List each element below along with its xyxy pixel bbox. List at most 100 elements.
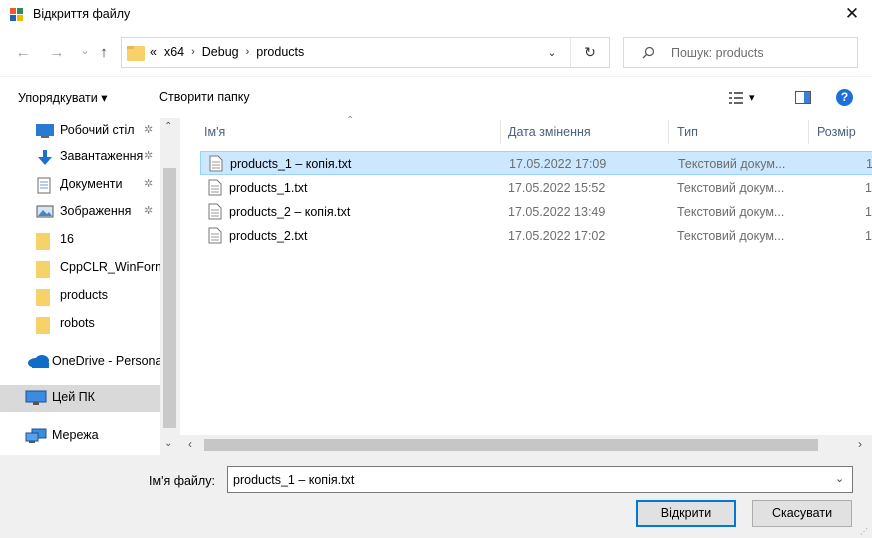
close-button[interactable]: ✕ — [838, 2, 866, 26]
filename-combobox[interactable]: ⌄ — [227, 466, 853, 493]
dialog-footer: Ім'я файлу: ⌄ Відкрити Скасувати ⋰ — [0, 455, 872, 538]
file-size: 1 — [865, 205, 872, 219]
sidebar-item-onedrive[interactable]: OneDrive - Personal — [0, 349, 160, 375]
breadcrumb-item-products[interactable]: products — [256, 45, 304, 59]
scroll-right-icon[interactable]: › — [858, 437, 862, 451]
window-title: Відкриття файлу — [33, 7, 131, 21]
organize-button[interactable]: Упорядкувати ▾ — [18, 90, 107, 105]
pictures-icon — [36, 205, 54, 218]
sidebar-item-label: products — [60, 288, 108, 302]
file-date: 17.05.2022 17:02 — [508, 229, 606, 243]
text-file-icon — [208, 179, 222, 196]
pin-icon: ✲ — [144, 205, 154, 217]
folder-icon — [36, 261, 50, 278]
scrollbar-thumb[interactable] — [204, 439, 818, 451]
sidebar-item-label: robots — [60, 316, 95, 330]
filename-input[interactable] — [228, 467, 828, 492]
scroll-up-icon[interactable]: ⌃ — [164, 121, 172, 132]
new-folder-button[interactable]: Створити папку — [159, 90, 250, 104]
file-date: 17.05.2022 15:52 — [508, 181, 606, 195]
sidebar-item-products[interactable]: products — [0, 283, 160, 309]
column-header-size[interactable]: Розмір — [817, 118, 856, 146]
sidebar-item-label: Мережа — [52, 428, 99, 442]
pin-icon: ✲ — [144, 150, 154, 162]
forward-button[interactable]: → — [48, 43, 66, 63]
horizontal-scrollbar[interactable]: ‹ › — [180, 435, 872, 455]
open-button[interactable]: Відкрити — [636, 500, 736, 527]
resize-grip-icon[interactable]: ⋰ — [860, 527, 868, 536]
onedrive-icon — [28, 355, 49, 368]
file-name: products_1 – копія.txt — [230, 157, 352, 171]
refresh-button[interactable]: ↻ — [580, 42, 600, 62]
search-box[interactable]: Пошук: products — [623, 37, 858, 68]
column-divider[interactable] — [500, 120, 501, 144]
sidebar-item-downloads[interactable]: Завантаження ✲ — [0, 144, 160, 170]
chevron-down-icon[interactable]: ⌄ — [543, 44, 561, 62]
preview-pane-icon[interactable] — [795, 91, 811, 104]
pin-icon: ✲ — [144, 178, 154, 190]
text-file-icon — [208, 203, 222, 220]
back-button[interactable]: ← — [14, 43, 32, 63]
breadcrumb-item-x64[interactable]: x64 — [164, 45, 184, 59]
documents-icon — [37, 177, 51, 194]
folder-icon — [36, 233, 50, 250]
sidebar-item-16[interactable]: 16 — [0, 227, 160, 253]
app-icon — [10, 8, 23, 21]
up-button[interactable]: ↑ — [95, 43, 113, 63]
file-type: Текстовий докум... — [677, 181, 785, 195]
text-file-icon — [209, 155, 223, 172]
address-bar[interactable]: « x64 › Debug › products ⌄ ↻ — [121, 37, 610, 68]
filename-label: Ім'я файлу: — [149, 474, 215, 488]
table-row[interactable]: products_1.txt 17.05.2022 15:52 Текстови… — [200, 176, 872, 200]
sidebar-item-label: Документи — [60, 177, 123, 191]
sidebar-item-robots[interactable]: robots — [0, 311, 160, 337]
sidebar-item-cppclr-winforms[interactable]: CppCLR_WinForms — [0, 255, 160, 281]
cancel-button[interactable]: Скасувати — [752, 500, 852, 527]
sidebar-item-label: 16 — [60, 232, 74, 246]
column-header-date[interactable]: Дата змінення — [508, 118, 591, 146]
column-header-name[interactable]: Ім'я — [204, 118, 225, 146]
sidebar-item-pictures[interactable]: Зображення ✲ — [0, 199, 160, 225]
scrollbar-thumb[interactable] — [163, 168, 176, 428]
chevron-right-icon[interactable]: › — [246, 46, 250, 58]
sidebar-scrollbar[interactable]: ⌃ ⌄ — [160, 118, 179, 455]
sidebar-item-label: Цей ПК — [52, 390, 95, 404]
sidebar-item-label: Зображення — [60, 204, 132, 218]
chevron-down-icon[interactable]: ⌄ — [835, 472, 844, 485]
navigation-bar: ← → ⌄ ↑ « x64 › Debug › products ⌄ ↻ Пош… — [0, 30, 872, 76]
breadcrumb-item-debug[interactable]: Debug — [202, 45, 239, 59]
search-icon — [642, 46, 655, 59]
view-details-icon — [729, 91, 743, 104]
sidebar-item-documents[interactable]: Документи ✲ — [0, 172, 160, 198]
recent-locations-button[interactable]: ⌄ — [76, 41, 94, 61]
column-divider[interactable] — [808, 120, 809, 144]
chevron-right-icon[interactable]: › — [191, 46, 195, 58]
desktop-icon — [36, 124, 54, 138]
table-row[interactable]: products_2 – копія.txt 17.05.2022 13:49 … — [200, 200, 872, 224]
column-header-type[interactable]: Тип — [677, 118, 698, 146]
table-row[interactable]: products_1 – копія.txt 17.05.2022 17:09 … — [200, 151, 872, 175]
breadcrumb-overflow[interactable]: « — [150, 45, 157, 59]
text-file-icon — [208, 227, 222, 244]
scroll-left-icon[interactable]: ‹ — [188, 437, 192, 451]
column-divider[interactable] — [668, 120, 669, 144]
file-name: products_2.txt — [229, 229, 308, 243]
network-icon — [25, 428, 47, 443]
file-type: Текстовий докум... — [677, 229, 785, 243]
view-options-button[interactable]: ▾ — [729, 91, 755, 104]
scroll-down-icon[interactable]: ⌄ — [164, 438, 172, 449]
sidebar-item-desktop[interactable]: Робочий стіл ✲ — [0, 118, 160, 144]
help-icon[interactable]: ? — [836, 89, 853, 106]
sidebar-item-this-pc[interactable]: Цей ПК — [0, 385, 160, 412]
file-list: ⌃ Ім'я Дата змінення Тип Розмір products… — [179, 115, 872, 455]
sidebar-item-network[interactable]: Мережа — [0, 423, 160, 449]
sidebar-item-label: OneDrive - Personal — [52, 354, 160, 368]
folder-icon — [36, 289, 50, 306]
breadcrumb: « x64 › Debug › products — [150, 45, 304, 59]
pin-icon: ✲ — [144, 124, 154, 136]
file-name: products_1.txt — [229, 181, 308, 195]
sidebar-item-label: Робочий стіл — [60, 123, 135, 137]
table-row[interactable]: products_2.txt 17.05.2022 17:02 Текстови… — [200, 224, 872, 248]
file-name: products_2 – копія.txt — [229, 205, 351, 219]
file-type: Текстовий докум... — [678, 157, 786, 171]
